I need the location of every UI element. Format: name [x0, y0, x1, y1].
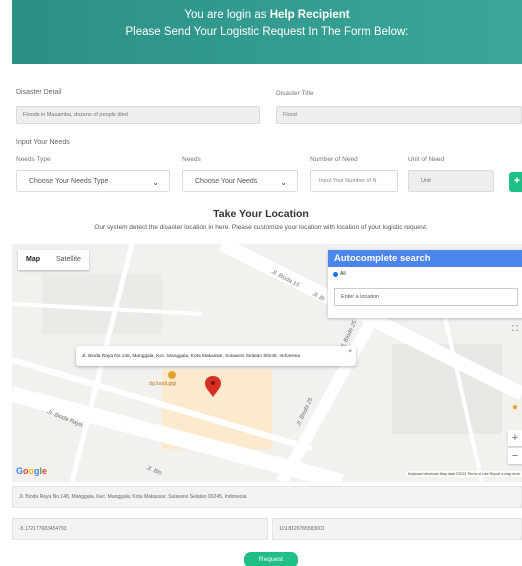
fullscreen-icon[interactable]: ⛶ [508, 322, 522, 336]
add-need-button[interactable]: + [509, 172, 522, 192]
form-instruction: Please Send Your Logistic Request In The… [125, 26, 409, 38]
address-field: Jl. Bioda Raya No.148, Manggala, Kec. Ma… [12, 486, 522, 508]
needs-label: Needs [182, 156, 201, 163]
unit-field: Unit [408, 170, 494, 192]
autocomplete-panel: Autocomplete search All Enter a location [328, 250, 522, 318]
needs-value: Choose Your Needs [195, 177, 258, 185]
pegman-icon[interactable]: ● [508, 400, 522, 416]
poi-label: dg.kaidi.gigi [149, 381, 177, 387]
user-role: Help Recipient [269, 9, 350, 21]
radio-all[interactable]: All [333, 271, 346, 277]
address-info-window: Jl. Bioda Raya No.148, Manggala, Kec. Ma… [76, 346, 356, 366]
info-address: Jl. Bioda Raya No.148, Manggala, Kec. Ma… [82, 353, 301, 359]
radio-dot-icon [333, 271, 338, 277]
chevron-down-icon: ⌄ [280, 178, 287, 187]
map-view[interactable]: Jl. Bioda 15 Jl. Bi Jl. Bioda 25 Jl. Bio… [12, 244, 522, 482]
google-logo: Google [16, 466, 48, 476]
header-banner: You are login as Help Recipient Please S… [12, 0, 522, 64]
longitude-field: 119.8126765583001 [272, 518, 522, 540]
input-needs-label: Input Your Needs [16, 139, 70, 146]
autocomplete-title: Autocomplete search [328, 250, 522, 267]
number-of-need-label: Number of Need [310, 156, 358, 163]
close-icon[interactable]: × [348, 349, 352, 355]
unit-of-need-label: Unit of Need [408, 156, 445, 163]
disaster-title-field: Flood [276, 106, 522, 124]
location-title: Take Your Location [213, 208, 309, 220]
needs-select[interactable]: Choose Your Needs ⌄ [182, 170, 298, 192]
disaster-title-label: Disaster Title [276, 90, 314, 97]
map-tab[interactable]: Map [18, 250, 48, 270]
needs-type-label: Needs Type [16, 156, 51, 163]
map-type-control: Map Satellite [18, 250, 89, 270]
zoom-out-button[interactable]: − [508, 448, 522, 464]
needs-type-select[interactable]: Choose Your Needs Type ⌄ [16, 170, 170, 192]
latitude-field: -5.172177683454793 [12, 518, 268, 540]
needs-type-value: Choose Your Needs Type [29, 177, 109, 185]
location-subtitle: Our system detect the disaster location … [94, 224, 428, 231]
disaster-detail-label: Disaster Detail [16, 89, 62, 96]
request-button[interactable]: Request [244, 552, 298, 566]
zoom-in-button[interactable]: + [508, 430, 522, 446]
login-status: You are login as Help Recipient [184, 9, 350, 21]
satellite-tab[interactable]: Satellite [48, 250, 89, 270]
map-attribution[interactable]: Keyboard shortcuts Map data ©2021 Terms … [405, 471, 522, 477]
location-search-input[interactable]: Enter a location [334, 288, 518, 306]
chevron-down-icon: ⌄ [152, 178, 159, 187]
disaster-detail-field: Floods in Masamba, dozens of people died [16, 106, 260, 124]
number-of-need-input[interactable]: Input Your Number of N [310, 170, 398, 192]
